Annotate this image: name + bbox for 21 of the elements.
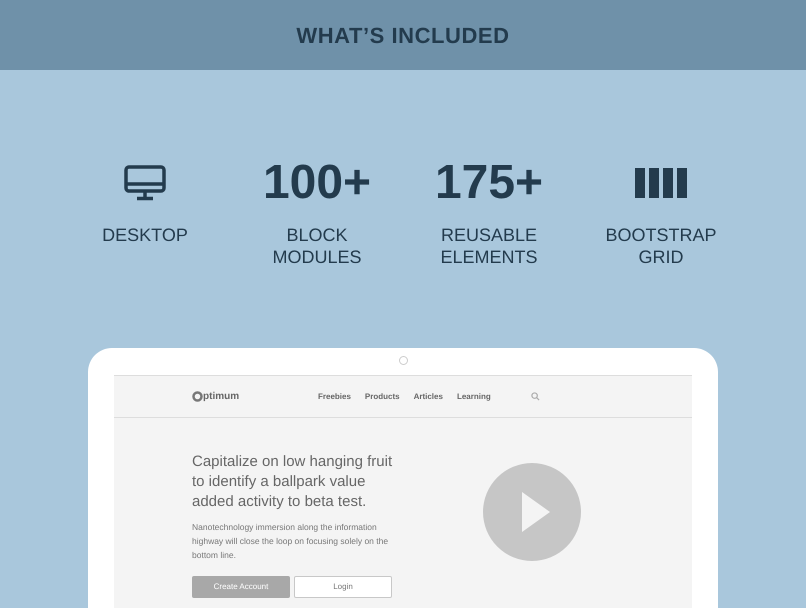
stat-number: 175+ [434, 159, 544, 207]
desktop-icon [124, 165, 166, 201]
nav-link[interactable]: Freebies [318, 390, 351, 402]
logo-text: ptimum [203, 390, 240, 404]
feature-label: BLOCK MODULES [271, 224, 362, 268]
feature-label: DESKTOP [101, 224, 189, 246]
hero-description: Nanotechnology immersion along the information highway will close the loop on focusing solely on the bottom line. [192, 521, 390, 562]
feature-label: BOOTSTRAP GRID [604, 224, 718, 268]
section-title: WHAT’S INCLUDED [296, 22, 510, 50]
nav-link[interactable]: Articles [414, 390, 443, 402]
login-button[interactable]: Login [294, 576, 392, 598]
search-icon[interactable] [531, 392, 540, 401]
play-button-icon[interactable] [483, 463, 581, 561]
logo-ring-icon [192, 391, 203, 402]
nav-link[interactable]: Products [364, 390, 400, 402]
stat-number: 100+ [262, 159, 372, 207]
grid-columns-icon [635, 168, 687, 198]
camera-icon [398, 356, 408, 365]
feature-label: REUSABLE ELEMENTS [439, 224, 539, 268]
nav-link[interactable]: Learning [456, 390, 491, 402]
hero-headline: Capitalize on low hanging fruit to identify a ballpark value added activity to beta test. [192, 452, 394, 512]
